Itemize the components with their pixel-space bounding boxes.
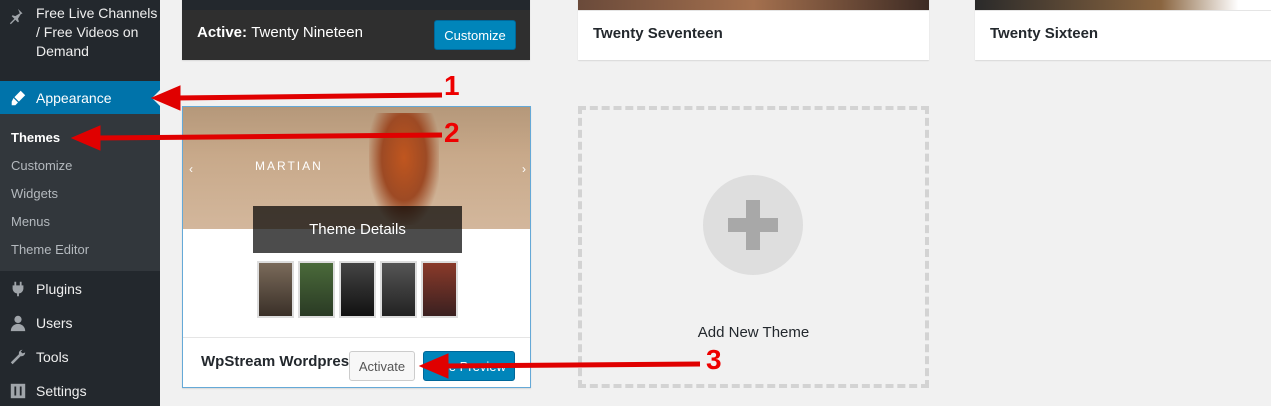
arrow-3-head — [418, 353, 449, 379]
annotation-label-3: 3 — [706, 344, 722, 375]
arrow-1-head — [150, 85, 181, 111]
annotation-label-2: 2 — [444, 117, 460, 148]
arrow-2-line — [94, 132, 443, 141]
annotation-arrows — [70, 85, 701, 379]
annotation-label-1: 1 — [444, 70, 460, 101]
arrow-2-head — [70, 125, 101, 151]
arrow-1-line — [174, 92, 443, 101]
arrow-3-line — [444, 361, 701, 369]
